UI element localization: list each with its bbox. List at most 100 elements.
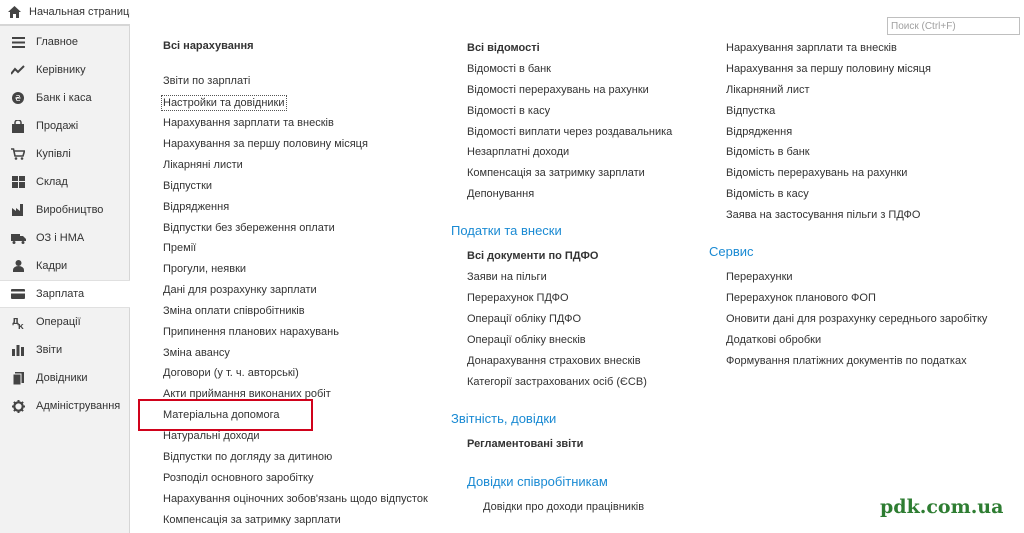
col1-link[interactable]: Натуральні доходи bbox=[163, 429, 260, 443]
col1-link-focused[interactable]: Настройки та довідники bbox=[161, 95, 287, 111]
sidebar-item-manager[interactable]: Керівнику bbox=[0, 56, 130, 84]
svg-text:К: К bbox=[18, 323, 24, 329]
sidebar-item-label: Операції bbox=[36, 316, 81, 328]
col2-link[interactable]: Депонування bbox=[467, 187, 534, 201]
all-statements-link[interactable]: Всі відомості bbox=[467, 41, 540, 55]
sidebar-item-label: Довідники bbox=[36, 372, 88, 384]
col1-link[interactable]: Премії bbox=[163, 241, 196, 255]
col1-link[interactable]: Дані для розрахунку зарплати bbox=[163, 283, 317, 297]
sidebar-item-salary[interactable]: Зарплата bbox=[0, 280, 130, 308]
col3-service-link[interactable]: Перерахунок планового ФОП bbox=[726, 291, 876, 305]
col2-tax-link[interactable]: Перерахунок ПДФО bbox=[467, 291, 569, 305]
col2-tax-link[interactable]: Операції обліку внесків bbox=[467, 333, 586, 347]
warehouse-grid-icon bbox=[10, 175, 26, 189]
operations-icon: ДК bbox=[10, 315, 26, 329]
col2-link[interactable]: Відомості перерахувань на рахунки bbox=[467, 83, 649, 97]
regulated-reports-link[interactable]: Регламентовані звіти bbox=[467, 437, 583, 451]
col2-link[interactable]: Незарплатні доходи bbox=[467, 145, 569, 159]
col1-link[interactable]: Відпустки bbox=[163, 179, 212, 193]
col1-link[interactable]: Припинення планових нарахувань bbox=[163, 325, 339, 339]
home-tab[interactable]: Начальная страница bbox=[0, 0, 130, 26]
col2-link[interactable]: Відомості в банк bbox=[467, 62, 551, 76]
sidebar-item-purchases[interactable]: Купівлі bbox=[0, 140, 130, 168]
all-accruals-link[interactable]: Всі нарахування bbox=[163, 39, 254, 53]
col3-link[interactable]: Відомість перерахувань на рахунки bbox=[726, 166, 907, 180]
sidebar-item-label: ОЗ і НМА bbox=[36, 232, 85, 244]
reports-group-title: Звітність, довідки bbox=[451, 411, 557, 426]
col1-link[interactable]: Розподіл основного заробітку bbox=[163, 471, 313, 485]
col2-tax-link[interactable]: Операції обліку ПДФО bbox=[467, 312, 581, 326]
sidebar-item-production[interactable]: Виробництво bbox=[0, 196, 130, 224]
col1-link[interactable]: Прогули, неявки bbox=[163, 262, 246, 276]
col2-tax-link[interactable]: Категорії застрахованих осіб (ЄСВ) bbox=[467, 375, 647, 389]
col1-link[interactable]: Зміна авансу bbox=[163, 346, 230, 360]
col3-link[interactable]: Нарахування зарплати та внесків bbox=[726, 41, 897, 55]
truck-icon bbox=[10, 231, 26, 245]
sidebar-item-reports[interactable]: Звіти bbox=[0, 336, 130, 364]
col1-link[interactable]: Відрядження bbox=[163, 200, 229, 214]
coin-icon: ₴ bbox=[10, 91, 26, 105]
col3-service-link[interactable]: Формування платіжних документів по подат… bbox=[726, 354, 967, 368]
col3-link[interactable]: Лікарняний лист bbox=[726, 83, 810, 97]
bar-chart-icon bbox=[10, 343, 26, 357]
sidebar-item-label: Зарплата bbox=[36, 288, 85, 300]
col1-link[interactable]: Лікарняні листи bbox=[163, 158, 243, 172]
col2-tax-link[interactable]: Донарахування страхових внесків bbox=[467, 354, 641, 368]
col3-link[interactable]: Заява на застосування пільги з ПДФО bbox=[726, 208, 920, 222]
sidebar-item-main[interactable]: Главное bbox=[0, 28, 130, 56]
search-input[interactable] bbox=[887, 17, 1020, 35]
sidebar-item-label: Купівлі bbox=[36, 148, 71, 160]
sidebar-item-label: Банк і каса bbox=[36, 92, 92, 104]
cart-icon bbox=[10, 147, 26, 161]
col3-link[interactable]: Відомість в банк bbox=[726, 145, 810, 159]
service-group-title: Сервис bbox=[709, 244, 754, 259]
sidebar-item-warehouse[interactable]: Склад bbox=[0, 168, 130, 196]
svg-text:₴: ₴ bbox=[15, 94, 21, 103]
col1-link[interactable]: Нарахування зарплати та внесків bbox=[163, 116, 334, 130]
all-pdfo-docs-link[interactable]: Всі документи по ПДФО bbox=[467, 249, 598, 263]
col1-link[interactable]: Нарахування за першу половину місяця bbox=[163, 137, 368, 151]
col1-link[interactable]: Відпустки по догляду за дитиною bbox=[163, 450, 332, 464]
sidebar-item-label: Звіти bbox=[36, 344, 63, 356]
sidebar-item-hr[interactable]: Кадри bbox=[0, 252, 130, 280]
col1-link[interactable]: Відпустки без збереження оплати bbox=[163, 221, 335, 235]
col1-link[interactable]: Звіти по зарплаті bbox=[163, 74, 250, 88]
sidebar-item-label: Адміністрування bbox=[36, 400, 121, 412]
col2-link[interactable]: Відомості виплати через роздавальника bbox=[467, 125, 672, 139]
col2-link[interactable]: Відомості в касу bbox=[467, 104, 550, 118]
col3-service-link[interactable]: Перерахунки bbox=[726, 270, 793, 284]
factory-icon bbox=[10, 203, 26, 217]
sidebar-item-directories[interactable]: Довідники bbox=[0, 364, 130, 392]
menu-lines-icon bbox=[10, 35, 26, 49]
taxes-group-title: Податки та внески bbox=[451, 223, 562, 238]
col3-link[interactable]: Відомість в касу bbox=[726, 187, 809, 201]
sidebar-item-label: Кадри bbox=[36, 260, 68, 272]
col1-link[interactable]: Зміна оплати співробітників bbox=[163, 304, 305, 318]
sidebar-item-assets[interactable]: ОЗ і НМА bbox=[0, 224, 130, 252]
col3-link[interactable]: Нарахування за першу половину місяця bbox=[726, 62, 931, 76]
sidebar-item-label: Керівнику bbox=[36, 64, 86, 76]
col2-employee-ref-link[interactable]: Довідки про доходи працівників bbox=[483, 500, 644, 514]
sidebar-list: Главное Керівнику ₴ Банк і каса Продажі … bbox=[0, 28, 130, 420]
sidebar-item-operations[interactable]: ДК Операції bbox=[0, 308, 130, 336]
col1-link[interactable]: Нарахування оціночних зобов'язань щодо в… bbox=[163, 492, 428, 506]
col2-tax-link[interactable]: Заяви на пільги bbox=[467, 270, 547, 284]
trend-chart-icon bbox=[10, 63, 26, 77]
col1-link[interactable]: Договори (у т. ч. авторські) bbox=[163, 366, 299, 380]
col3-link[interactable]: Відпустка bbox=[726, 104, 775, 118]
sidebar-item-label: Виробництво bbox=[36, 204, 104, 216]
sidebar-item-bank[interactable]: ₴ Банк і каса bbox=[0, 84, 130, 112]
employee-refs-group-title: Довідки співробітникам bbox=[467, 474, 608, 489]
sidebar-item-admin[interactable]: Адміністрування bbox=[0, 392, 130, 420]
home-icon bbox=[8, 6, 21, 18]
col1-link[interactable]: Компенсація за затримку зарплати bbox=[163, 513, 341, 527]
sidebar-item-sales[interactable]: Продажі bbox=[0, 112, 130, 140]
home-tab-label: Начальная страница bbox=[29, 6, 130, 18]
col3-link[interactable]: Відрядження bbox=[726, 125, 792, 139]
shopping-bag-icon bbox=[10, 119, 26, 133]
col3-service-link[interactable]: Додаткові обробки bbox=[726, 333, 821, 347]
sidebar-item-label: Продажі bbox=[36, 120, 79, 132]
sidebar-item-label: Склад bbox=[36, 176, 68, 188]
col3-service-link[interactable]: Оновити дані для розрахунку середнього з… bbox=[726, 312, 987, 326]
col2-link[interactable]: Компенсація за затримку зарплати bbox=[467, 166, 645, 180]
